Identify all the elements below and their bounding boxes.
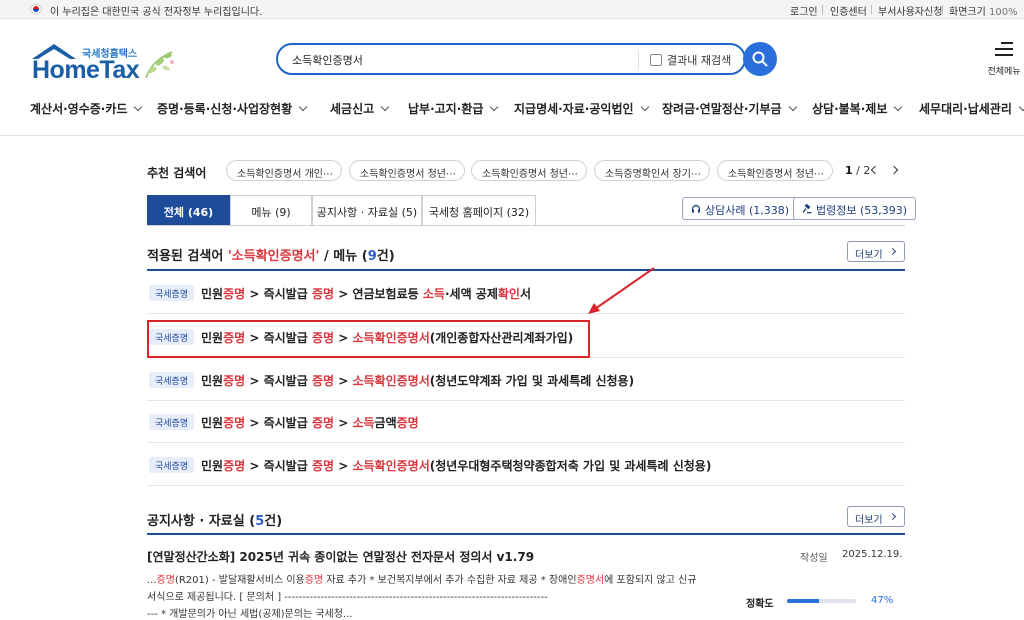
accuracy-bar-fill [787, 599, 820, 603]
gnb-item-certificate[interactable]: 증명·등록·신청·사업장현황 [157, 100, 308, 117]
chevron-right-icon [889, 165, 899, 175]
accuracy-bar [787, 599, 856, 603]
gavel-icon [802, 204, 812, 214]
divider [0, 135, 1024, 136]
recommended-chip[interactable]: 소득확인증명서 청년⋯ [717, 160, 833, 181]
chevron-left-icon [870, 165, 880, 175]
tab-all[interactable]: 전체 (46) [147, 195, 230, 226]
notice-title-link[interactable]: [연말정산간소화] 2025년 귀속 종이없는 연말정산 전자문서 정의서 v1… [147, 548, 534, 565]
notice-section-title: 공지사항 · 자료실 (5건) [147, 514, 283, 529]
category-badge: 국세증명 [149, 414, 195, 430]
divider [147, 225, 905, 226]
gov-banner: 이 누리집은 대한민국 공식 전자정부 누리집입니다. 로그인 인증센터 부서사… [0, 0, 1024, 19]
category-badge: 국세증명 [149, 457, 195, 473]
chevron-down-icon [298, 102, 308, 112]
main-navigation: 계산서·영수증·카드 증명·등록·신청·사업장현황 세금신고 납부·고지·환급 … [0, 92, 1024, 126]
menu-path: 민원증명 > 즉시발급 증명 > 소득금액증명 [201, 416, 419, 430]
category-badge: 국세증명 [149, 285, 195, 301]
korea-flag-icon [30, 4, 42, 14]
chevron-down-icon [490, 102, 499, 112]
divider [822, 5, 823, 14]
law-info-button[interactable]: 법령정보 (53,393) [793, 197, 917, 220]
research-label: 결과내 재검색 [667, 54, 732, 67]
chevron-down-icon [134, 102, 143, 112]
recommended-chip[interactable]: 소득확인증명서 개인⋯ [226, 160, 342, 181]
menu-path: 민원증명 > 즉시발급 증명 > 소득확인증명서(청년우대형주택청약종합저축 가… [201, 459, 712, 473]
divider [871, 5, 872, 14]
gnb-item-invoice[interactable]: 계산서·영수증·카드 [30, 100, 143, 117]
chevron-down-icon [640, 102, 649, 112]
recommended-chip[interactable]: 소득확인증명서 청년⋯ [349, 160, 465, 181]
search-input[interactable] [292, 51, 632, 69]
divider [942, 5, 943, 14]
chevron-down-icon [894, 102, 903, 112]
hamburger-icon [995, 42, 1013, 56]
recommended-chip[interactable]: 소득확인증명서 청년⋯ [471, 160, 587, 181]
notice-excerpt: ...증명(R201) - 발달재활서비스 이용증명 자료 추가 * 보건복지부… [147, 575, 697, 620]
gnb-item-agent[interactable]: 세무대리·납세관리 [919, 100, 1024, 117]
consult-cases-button[interactable]: 상담사례 (1,338) [682, 197, 799, 220]
chevron-down-icon [788, 102, 797, 112]
gnb-item-yearend[interactable]: 장려금·연말정산·기부금 [662, 100, 797, 117]
tab-notice[interactable]: 공지사항 · 자료실 (5) [312, 195, 422, 226]
menu-section-title: 적용된 검색어 '소득확인증명서' / 메뉴 (9건) [147, 249, 395, 264]
section-rule [147, 533, 905, 535]
recommended-chip[interactable]: 소득증명확인서 장기⋯ [594, 160, 710, 181]
menu-path: 민원증명 > 즉시발급 증명 > 연금보험료등 소득·세액 공제확인서 [201, 287, 532, 301]
notice-date: 2025.12.19. [842, 549, 903, 560]
all-menu-label: 전체메뉴 [987, 67, 1021, 77]
divider [638, 51, 639, 69]
zoom-label: 화면크기 [949, 7, 986, 18]
chevron-down-icon [380, 102, 390, 112]
gnb-item-consult[interactable]: 상담·불복·제보 [812, 100, 903, 117]
red-arrow-annotation-icon [588, 267, 655, 314]
chevron-down-icon [1018, 102, 1024, 112]
search-bar: 결과내 재검색 [276, 43, 746, 75]
checkbox-icon [650, 54, 662, 66]
cert-center-link[interactable]: 인증센터 [830, 3, 867, 18]
logo-text: HomeTax [32, 56, 140, 84]
gnb-item-tax-report[interactable]: 세금신고 [330, 100, 390, 117]
tab-nts-homepage[interactable]: 국세청 홈페이지 (32) [422, 195, 536, 226]
date-label: 작성일 [800, 553, 828, 564]
search-icon [752, 51, 768, 67]
leaf-decoration-icon [145, 51, 174, 79]
tab-menu[interactable]: 메뉴 (9) [230, 195, 312, 226]
menu-more-button[interactable]: 더보기 [847, 241, 905, 262]
chevron-right-icon [888, 512, 897, 521]
dept-user-link[interactable]: 부서사용자신청 [878, 3, 942, 18]
menu-result-row[interactable]: 국세증명 민원증명 > 즉시발급 증명 > 소득확인증명서(청년우대형주택청약종… [147, 443, 905, 486]
category-badge: 국세증명 [149, 372, 195, 388]
chevron-right-icon [888, 247, 897, 256]
menu-result-row[interactable]: 국세증명 민원증명 > 즉시발급 증명 > 소득확인증명서(청년도약계좌 가입 … [147, 358, 905, 401]
zoom-control[interactable]: 화면크기 100% [949, 3, 1018, 18]
notice-more-button[interactable]: 더보기 [847, 506, 905, 527]
login-link[interactable]: 로그인 [790, 3, 818, 18]
accuracy-value: 47% [871, 595, 894, 606]
gnb-item-payment[interactable]: 납부·고지·환급 [408, 100, 499, 117]
accuracy-label: 정확도 [746, 599, 774, 610]
next-page-button[interactable] [889, 161, 905, 179]
menu-result-row[interactable]: 국세증명 민원증명 > 즉시발급 증명 > 연금보험료등 소득·세액 공제확인서 [147, 271, 905, 314]
prev-page-button[interactable] [867, 161, 883, 179]
headset-icon [691, 204, 701, 213]
hometax-logo[interactable]: 국세청홈택스 HomeTax [30, 42, 180, 84]
search-button[interactable] [743, 42, 777, 76]
zoom-value: 100% [989, 7, 1018, 18]
recommended-label: 추천 검색어 [147, 166, 207, 180]
research-in-results-checkbox[interactable]: 결과내 재검색 [650, 52, 731, 68]
highlight-annotation-box [147, 320, 590, 358]
gov-notice: 이 누리집은 대한민국 공식 전자정부 누리집입니다. [50, 7, 263, 18]
menu-path: 민원증명 > 즉시발급 증명 > 소득확인증명서(청년도약계좌 가입 및 과세특… [201, 374, 635, 388]
gnb-item-statement[interactable]: 지급명세·자료·공익법인 [514, 100, 649, 117]
menu-result-row[interactable]: 국세증명 민원증명 > 즉시발급 증명 > 소득금액증명 [147, 400, 905, 443]
all-menu-button[interactable]: 전체메뉴 [984, 42, 1024, 77]
